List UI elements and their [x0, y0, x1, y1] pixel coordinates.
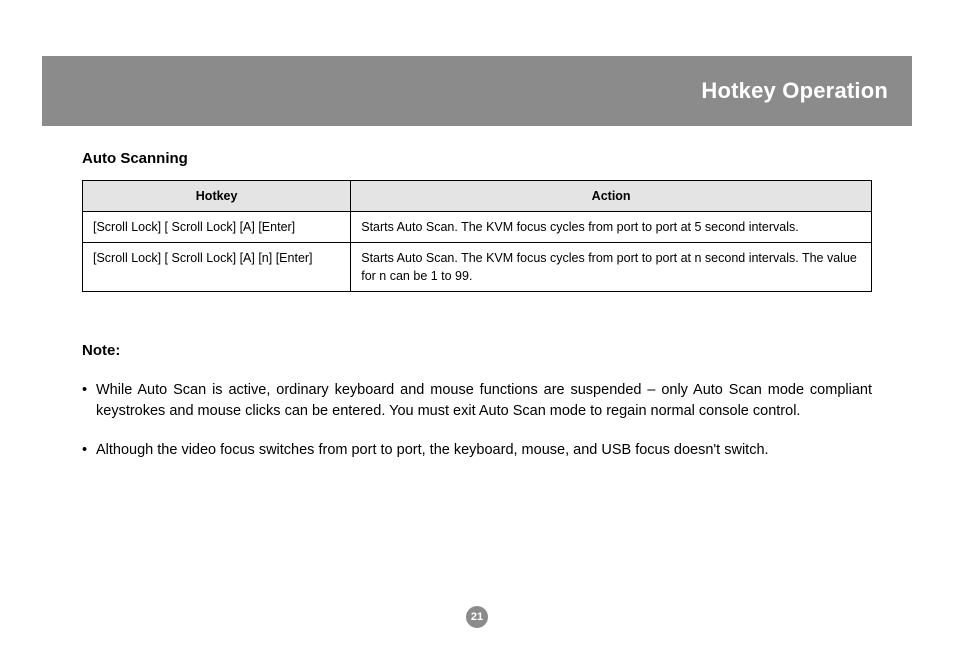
page-number-badge: 21	[466, 606, 488, 628]
section-title: Auto Scanning	[82, 148, 872, 170]
page-number-container: 21	[0, 606, 954, 628]
cell-hotkey: [Scroll Lock] [ Scroll Lock] [A] [Enter]	[83, 211, 351, 242]
note-title: Note:	[82, 340, 872, 362]
list-item: • Although the video focus switches from…	[82, 440, 872, 461]
note-list: • While Auto Scan is active, ordinary ke…	[82, 380, 872, 461]
table-header-action: Action	[351, 180, 872, 211]
page-number-value: 21	[471, 611, 483, 623]
bullet-icon: •	[82, 440, 87, 461]
note-text: While Auto Scan is active, ordinary keyb…	[96, 382, 872, 419]
table-row: [Scroll Lock] [ Scroll Lock] [A] [n] [En…	[83, 243, 872, 292]
table-row: [Scroll Lock] [ Scroll Lock] [A] [Enter]…	[83, 211, 872, 242]
header-title: Hotkey Operation	[701, 78, 888, 104]
document-page: Hotkey Operation Auto Scanning Hotkey Ac…	[0, 0, 954, 656]
note-text: Although the video focus switches from p…	[96, 442, 769, 458]
header-bar: Hotkey Operation	[42, 56, 912, 126]
cell-action: Starts Auto Scan. The KVM focus cycles f…	[351, 243, 872, 292]
bullet-icon: •	[82, 380, 87, 401]
table-header-row: Hotkey Action	[83, 180, 872, 211]
hotkey-table: Hotkey Action [Scroll Lock] [ Scroll Loc…	[82, 180, 872, 293]
table-header-hotkey: Hotkey	[83, 180, 351, 211]
cell-hotkey: [Scroll Lock] [ Scroll Lock] [A] [n] [En…	[83, 243, 351, 292]
content-area: Auto Scanning Hotkey Action [Scroll Lock…	[82, 140, 872, 479]
cell-action: Starts Auto Scan. The KVM focus cycles f…	[351, 211, 872, 242]
list-item: • While Auto Scan is active, ordinary ke…	[82, 380, 872, 422]
